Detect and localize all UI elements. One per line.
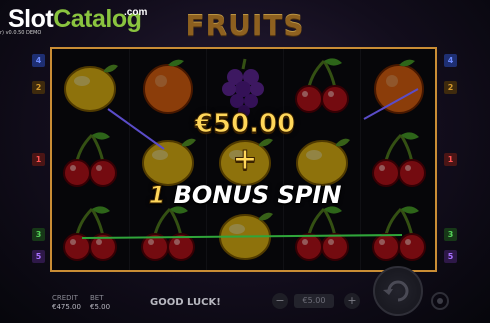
line-marker-left-3[interactable]: 3: [32, 228, 45, 241]
line-marker-left-5[interactable]: 5: [32, 250, 45, 263]
spin-button[interactable]: [373, 266, 423, 316]
game-title: FRUITS: [185, 9, 305, 42]
game-stage: SlotCatalog .com r) v0.0.50 DEMO FRUITS …: [0, 0, 490, 323]
line-marker-right-1[interactable]: 1: [444, 153, 457, 166]
increase-bet-button[interactable]: +: [344, 293, 360, 309]
autoplay-icon: [437, 298, 443, 304]
bet-value: €5.00: [90, 303, 111, 311]
line-marker-left-1[interactable]: 1: [32, 153, 45, 166]
bet-label: BET: [90, 294, 104, 302]
brand-logo: SlotCatalog: [8, 5, 142, 33]
bonus-spin-count: 1: [148, 181, 166, 210]
status-message: GOOD LUCK!: [150, 297, 221, 308]
stake-display: €5.00: [294, 294, 334, 308]
spin-icon: [383, 280, 409, 302]
brand-logo-domain: .com: [124, 7, 148, 18]
line-marker-right-3[interactable]: 3: [444, 228, 457, 241]
autoplay-button[interactable]: [431, 292, 449, 310]
line-marker-left-2[interactable]: 2: [32, 81, 45, 94]
line-marker-right-5[interactable]: 5: [444, 250, 457, 263]
payline-segment: [81, 234, 403, 239]
decrease-bet-button[interactable]: −: [272, 293, 288, 309]
bonus-spin-label: BONUS SPIN: [173, 181, 342, 209]
payline-segment: [363, 88, 419, 120]
win-plus-sign: +: [232, 142, 258, 177]
credit-label: CREDIT: [52, 294, 78, 302]
version-text: r) v0.0.50 DEMO: [0, 30, 42, 36]
win-amount: €50.00: [194, 109, 296, 140]
line-marker-right-4[interactable]: 4: [444, 54, 457, 67]
credit-value: €475.00: [52, 303, 81, 311]
line-marker-right-2[interactable]: 2: [444, 81, 457, 94]
line-marker-left-4[interactable]: 4: [32, 54, 45, 67]
brand-logo-slot: Slot: [8, 5, 54, 33]
bonus-spin-text: 1 BONUS SPIN: [110, 181, 380, 210]
